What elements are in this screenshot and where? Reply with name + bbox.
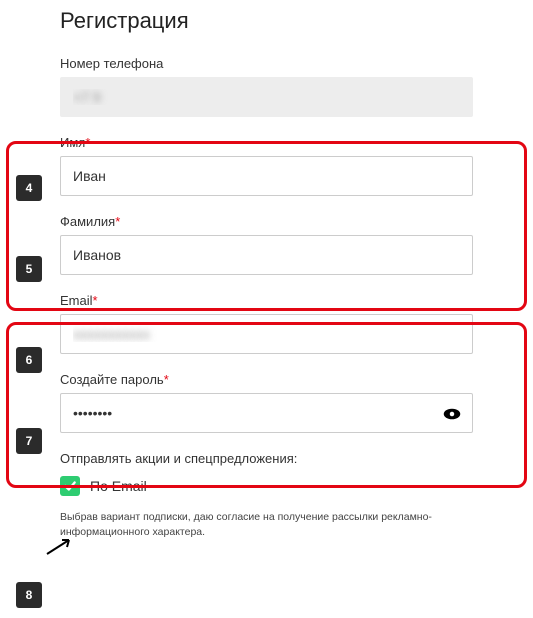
- subscribe-email-row[interactable]: По Email: [60, 476, 473, 496]
- firstname-input[interactable]: [60, 156, 473, 196]
- phone-group: Номер телефона: [60, 56, 473, 117]
- subscribe-email-label: По Email: [90, 478, 147, 494]
- password-group: Создайте пароль*: [60, 372, 473, 433]
- page-title: Регистрация: [60, 8, 473, 34]
- checkbox-checked-icon[interactable]: [60, 476, 80, 496]
- registration-form: Регистрация Номер телефона Имя* Фамилия*…: [0, 0, 533, 539]
- lastname-label: Фамилия*: [60, 214, 473, 229]
- subscribe-heading: Отправлять акции и спецпредложения:: [60, 451, 473, 466]
- lastname-group: Фамилия*: [60, 214, 473, 275]
- firstname-group: Имя*: [60, 135, 473, 196]
- eye-icon[interactable]: [443, 407, 461, 419]
- phone-label: Номер телефона: [60, 56, 473, 71]
- lastname-input[interactable]: [60, 235, 473, 275]
- password-input[interactable]: [60, 393, 473, 433]
- annotation-marker-8: 8: [16, 582, 42, 608]
- phone-input: [60, 77, 473, 117]
- firstname-label: Имя*: [60, 135, 473, 150]
- email-group: Email*: [60, 293, 473, 354]
- disclaimer-text: Выбрав вариант подписки, даю согласие на…: [60, 510, 473, 539]
- password-label: Создайте пароль*: [60, 372, 473, 387]
- email-label: Email*: [60, 293, 473, 308]
- email-input[interactable]: [60, 314, 473, 354]
